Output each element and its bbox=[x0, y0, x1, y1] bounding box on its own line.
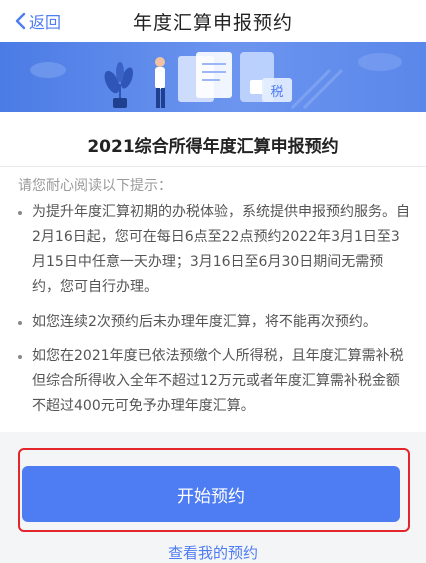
banner-illustration: 税 bbox=[0, 42, 426, 112]
bullet-icon bbox=[18, 355, 22, 359]
notice-item: 为提升年度汇算初期的办税体验，系统提供申报预约服务。自2月16日起，您可在每日6… bbox=[18, 200, 410, 300]
stripes-decoration bbox=[290, 68, 344, 110]
info-card: 2021综合所得年度汇算申报预约 请您耐心阅读以下提示： 为提升年度汇算初期的办… bbox=[0, 112, 426, 432]
card-title: 2021综合所得年度汇算申报预约 bbox=[87, 137, 339, 157]
notice-item: 如您在2021年度已依法预缴个人所得税，且年度汇算需补税但综合所得收入全年不超过… bbox=[18, 344, 410, 419]
document-icon bbox=[178, 52, 274, 102]
start-reservation-button[interactable]: 开始预约 bbox=[22, 466, 400, 522]
person-icon bbox=[155, 57, 165, 108]
back-label: 返回 bbox=[29, 13, 62, 32]
page-title: 年度汇算申报预约 bbox=[132, 11, 293, 34]
notice-text: 为提升年度汇算初期的办税体验，系统提供申报预约服务。自2月16日起，您可在每日6… bbox=[32, 204, 410, 295]
notice-text: 如您连续2次预约后未办理年度汇算，将不能再次预约。 bbox=[32, 314, 377, 330]
divider bbox=[0, 166, 426, 167]
hint-text: 请您耐心阅读以下提示： bbox=[18, 178, 172, 194]
notice-item: 如您连续2次预约后未办理年度汇算，将不能再次预约。 bbox=[18, 310, 410, 335]
nav-bar: 返回 年度汇算申报预约 bbox=[0, 0, 426, 42]
plant-icon bbox=[104, 62, 134, 108]
view-my-reservation-link[interactable]: 查看我的预约 bbox=[0, 542, 426, 563]
tax-badge-icon: 税 bbox=[262, 78, 292, 102]
notice-text: 如您在2021年度已依法预缴个人所得税，且年度汇算需补税但综合所得收入全年不超过… bbox=[32, 348, 404, 414]
chevron-left-icon bbox=[15, 12, 26, 30]
bullet-icon bbox=[18, 321, 22, 325]
bullet-icon bbox=[18, 211, 22, 215]
tax-badge-text: 税 bbox=[270, 85, 283, 100]
back-button[interactable]: 返回 bbox=[14, 0, 61, 42]
